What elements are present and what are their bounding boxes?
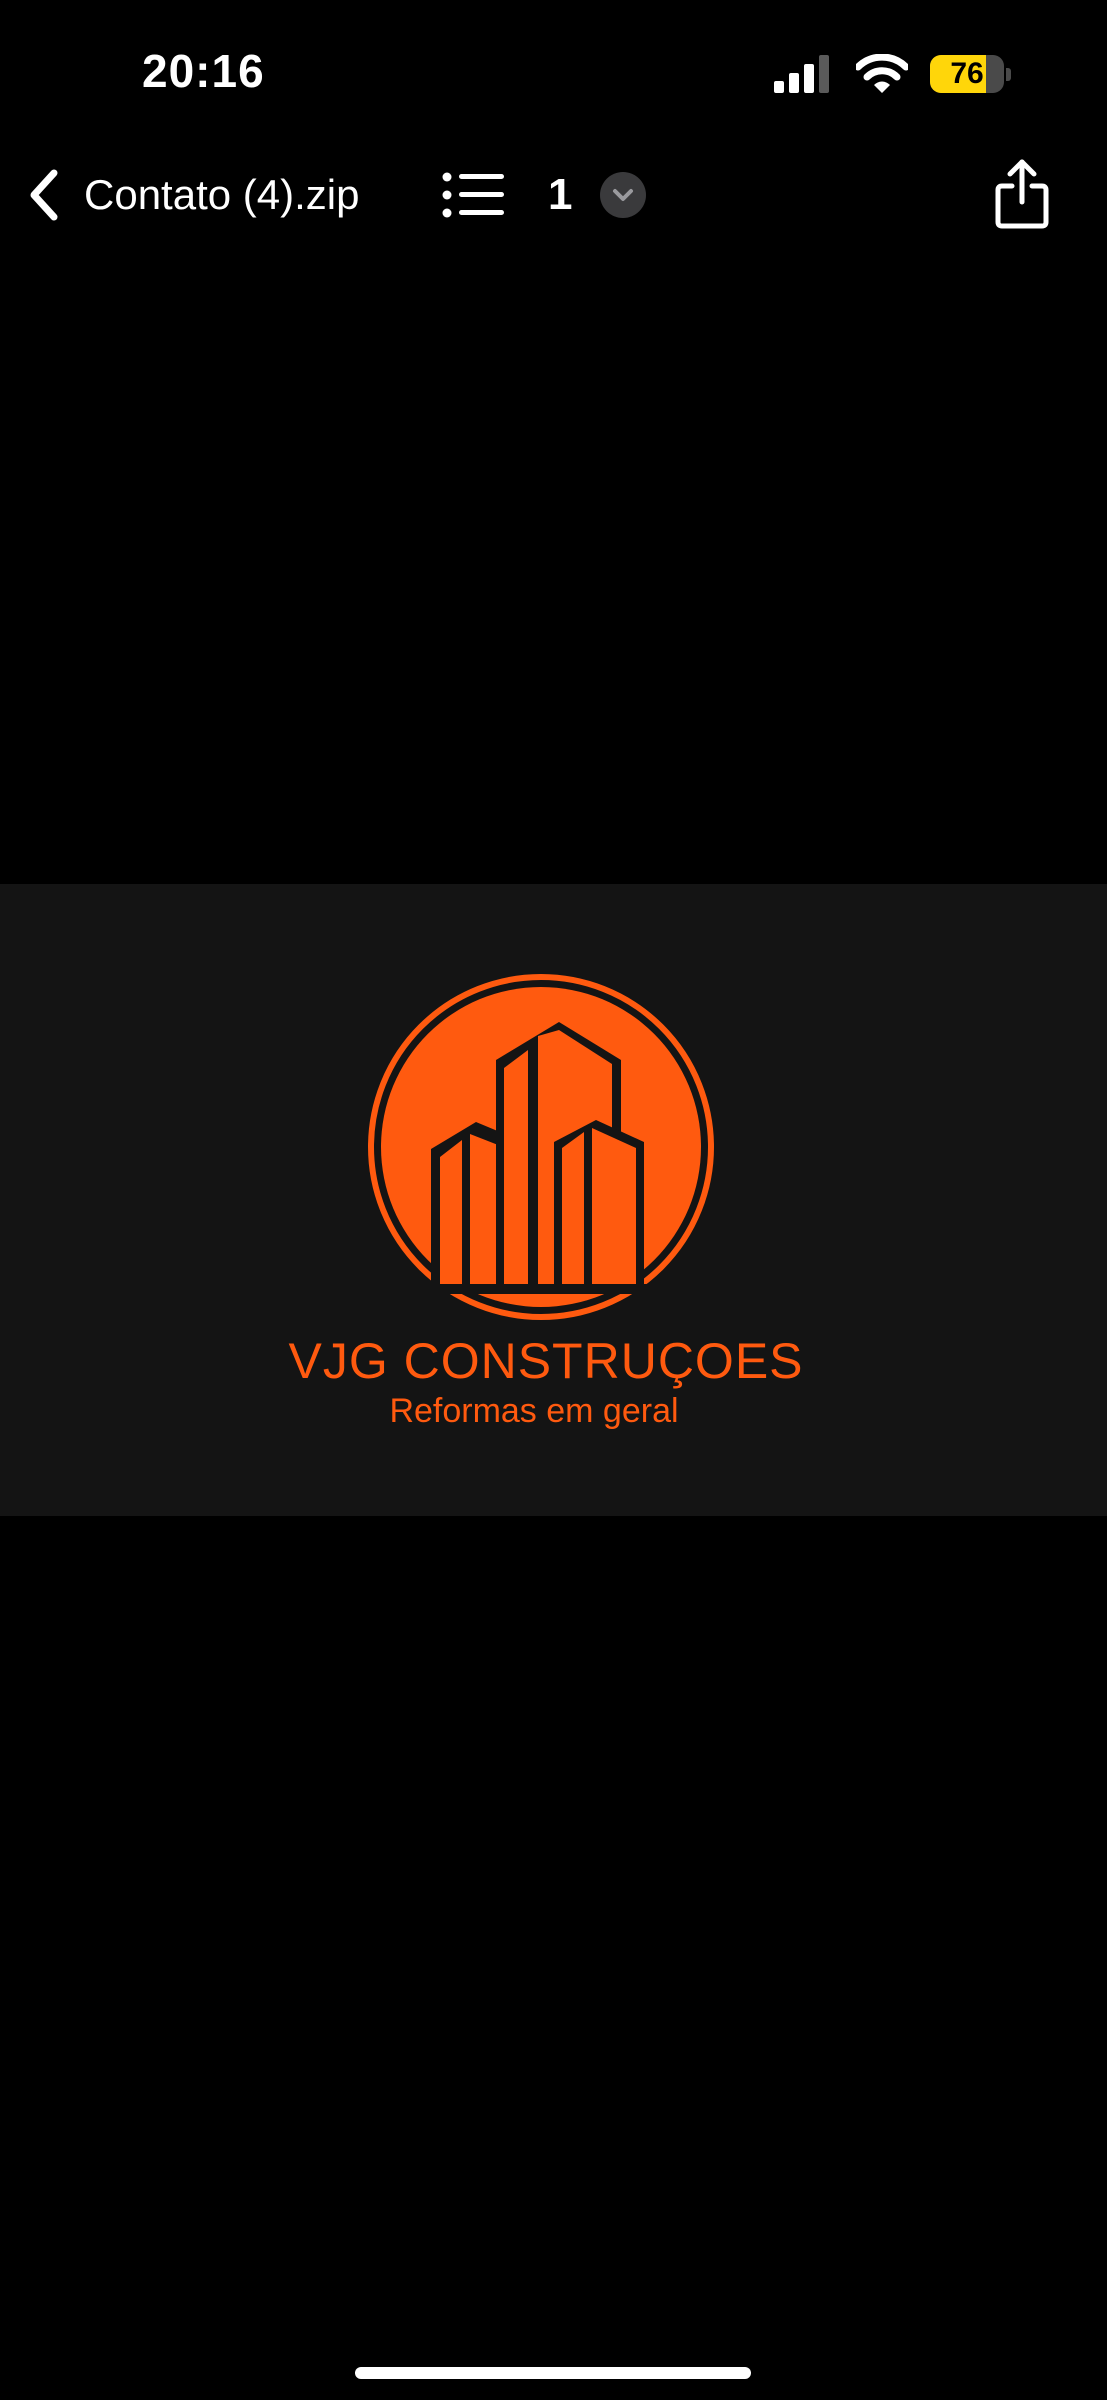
list-button[interactable]	[442, 170, 504, 220]
signal-icon	[774, 55, 829, 93]
battery-body: 76	[930, 55, 1004, 93]
share-icon	[995, 159, 1049, 229]
page-selector[interactable]: 1	[548, 170, 647, 220]
document-preview[interactable]: VJG CONSTRUÇOES Reformas em geral	[0, 884, 1107, 1516]
status-time: 20:16	[142, 45, 265, 97]
building-logo-icon	[368, 974, 714, 1320]
brand-name: VJG CONSTRUÇOES	[288, 1333, 804, 1389]
battery-tip	[1006, 67, 1011, 81]
status-bar: 20:16 76	[0, 0, 1107, 150]
page-dropdown-button[interactable]	[600, 172, 647, 218]
back-button[interactable]: Contato (4).zip	[26, 166, 359, 224]
list-icon	[442, 172, 504, 218]
share-button[interactable]	[994, 158, 1050, 230]
nav-bar: Contato (4).zip 1	[0, 150, 1107, 240]
logo-base	[431, 1284, 651, 1294]
page-number: 1	[548, 170, 573, 219]
chevron-down-icon	[613, 189, 634, 201]
battery-level: 76	[950, 57, 984, 90]
battery-icon: 76	[930, 55, 1011, 93]
status-icons: 76	[774, 54, 1011, 94]
brand-tagline: Reformas em geral	[389, 1392, 679, 1430]
file-title: Contato (4).zip	[84, 171, 360, 218]
wifi-icon	[856, 54, 908, 93]
home-indicator[interactable]	[355, 2367, 751, 2379]
chevron-left-icon	[30, 169, 58, 221]
